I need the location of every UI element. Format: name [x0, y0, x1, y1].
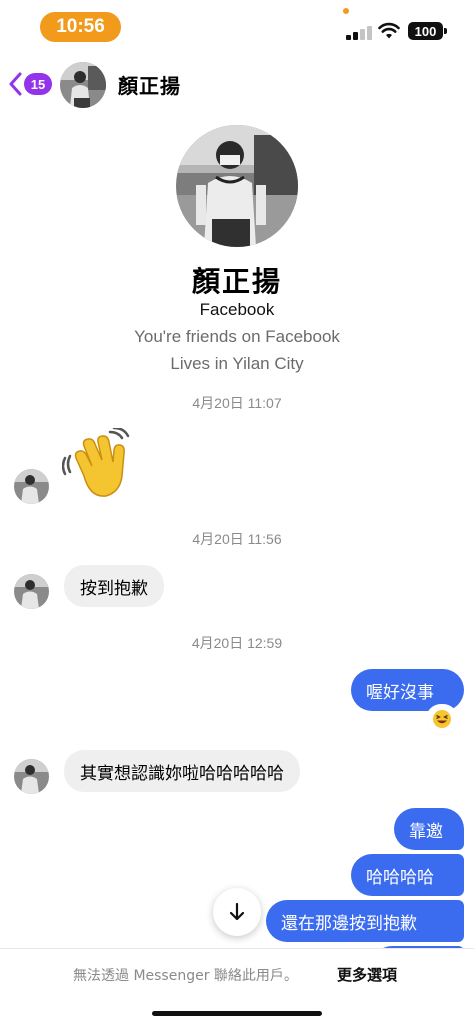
incoming-message-bubble[interactable]: 按到抱歉	[64, 565, 164, 607]
privacy-indicator-dot	[343, 8, 349, 14]
outgoing-message-bubble[interactable]: 還在那邊按到抱歉	[266, 900, 464, 942]
profile-friends-text: You're friends on Facebook	[134, 327, 340, 346]
more-options-link[interactable]: 更多選項	[337, 964, 397, 985]
avatar-photo	[14, 574, 49, 609]
composer-unavailable-bar: 無法透過 Messenger 聯絡此用戶。 更多選項	[0, 948, 474, 1025]
unavailable-notice: 無法透過 Messenger 聯絡此用戶。	[73, 968, 298, 984]
signal-icon	[346, 24, 372, 40]
sender-avatar[interactable]	[14, 759, 49, 794]
avatar-photo	[14, 759, 49, 794]
wave-emoji-icon[interactable]	[62, 428, 138, 504]
conversation-header: 15 顏正揚	[0, 56, 474, 114]
back-button[interactable]: 15	[8, 66, 52, 102]
outgoing-message-bubble[interactable]: 哈哈哈哈	[351, 854, 464, 896]
avatar-photo	[14, 469, 49, 504]
outgoing-message-bubble[interactable]: 靠邀	[394, 808, 464, 850]
message-timestamp: 4月20日 12:59	[191, 635, 283, 651]
sender-avatar[interactable]	[14, 574, 49, 609]
avatar-photo	[176, 125, 298, 247]
back-chevron-icon	[9, 72, 22, 96]
battery-indicator: 100	[408, 22, 443, 40]
message-timestamp: 4月20日 11:56	[192, 531, 282, 547]
incoming-message-bubble[interactable]: 其實想認識妳啦哈哈哈哈哈	[64, 750, 300, 792]
status-time: 10:56	[40, 12, 121, 42]
battery-tip	[444, 28, 447, 34]
message-timestamp: 4月20日 11:07	[192, 395, 282, 411]
header-avatar[interactable]	[60, 62, 106, 108]
outgoing-message-bubble[interactable]: 喔好沒事	[351, 669, 464, 711]
sender-avatar[interactable]	[14, 469, 49, 504]
reaction-badge[interactable]	[428, 706, 456, 732]
avatar-photo	[60, 62, 106, 108]
profile-location-text: Lives in Yilan City	[170, 354, 304, 373]
scroll-to-bottom-button[interactable]	[213, 888, 261, 936]
status-bar: 10:56 100	[0, 0, 474, 54]
header-contact-name[interactable]: 顏正揚	[118, 70, 181, 99]
arrow-down-icon	[229, 902, 245, 921]
unread-count-badge: 15	[24, 73, 52, 95]
profile-name: 顏正揚	[191, 265, 282, 298]
laughing-emoji-icon	[433, 710, 451, 728]
profile-avatar[interactable]	[176, 125, 298, 247]
profile-source: Facebook	[199, 300, 275, 319]
wifi-icon	[378, 22, 400, 39]
home-indicator[interactable]	[152, 1011, 322, 1016]
